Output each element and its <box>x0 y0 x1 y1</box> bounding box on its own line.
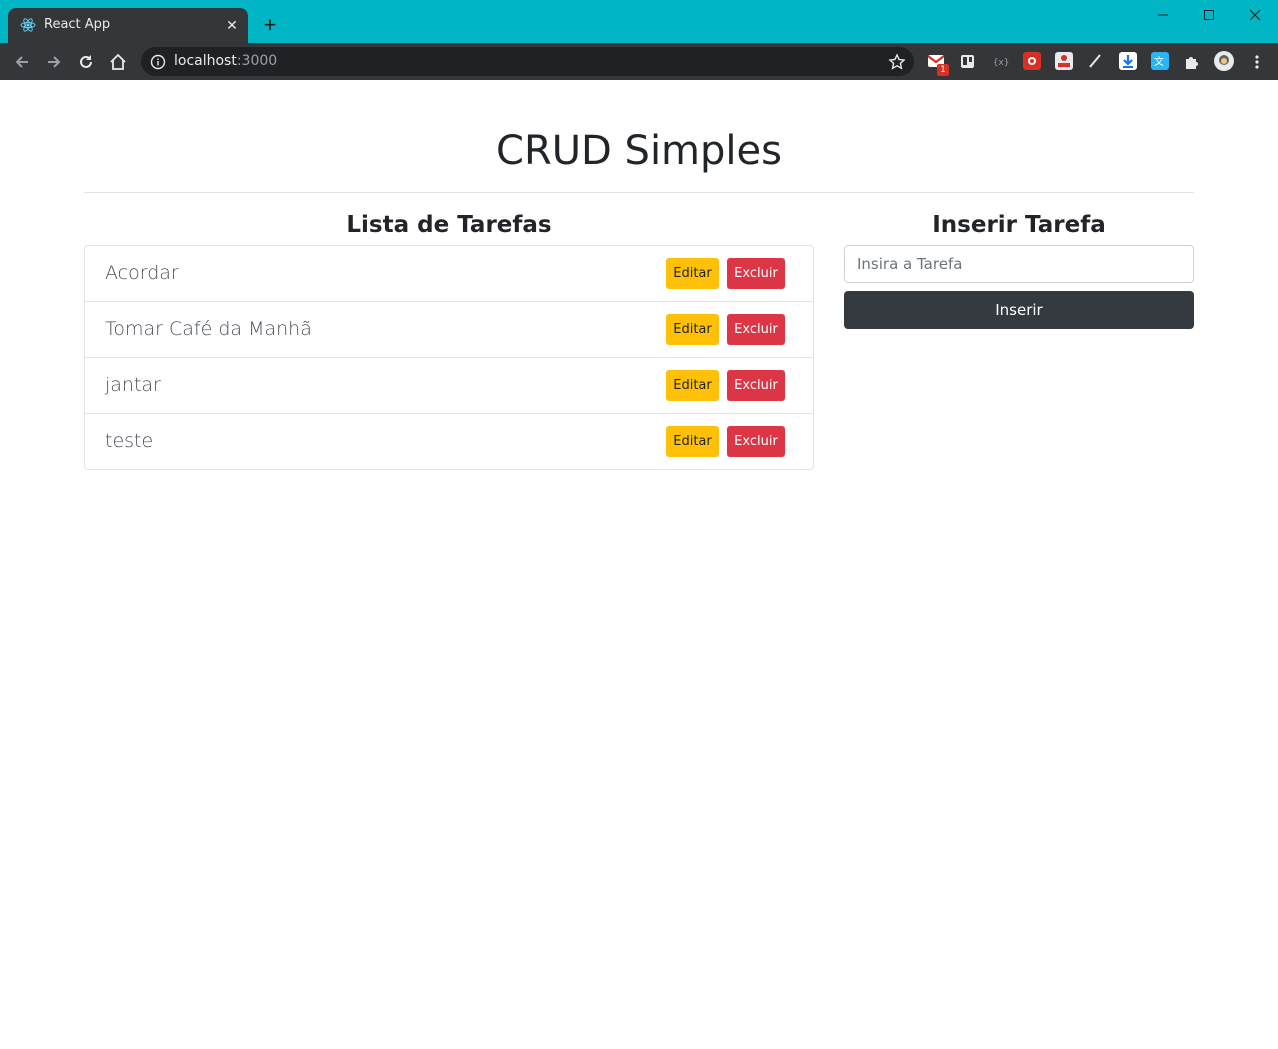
bookmark-star-icon[interactable] <box>888 53 906 71</box>
extensions-icon[interactable] <box>1183 52 1201 70</box>
svg-text:{x}: {x} <box>993 58 1009 68</box>
delete-button[interactable]: Excluir <box>727 314 785 345</box>
task-text: Acordar <box>105 262 179 284</box>
tab-title: React App <box>44 17 111 32</box>
pen-icon[interactable] <box>1087 52 1105 70</box>
task-list: Acordar Editar Excluir Tomar Café da Manhã E… <box>84 245 814 470</box>
edit-button[interactable]: Editar <box>666 426 719 457</box>
insert-button[interactable]: Inserir <box>844 291 1194 329</box>
window-minimize-button[interactable] <box>1140 0 1186 30</box>
delete-button[interactable]: Excluir <box>727 426 785 457</box>
url-text[interactable]: localhost:3000 <box>174 53 277 69</box>
browser-tab[interactable]: React App ✕ <box>8 8 248 43</box>
react-icon <box>20 18 36 32</box>
back-button[interactable] <box>10 50 34 74</box>
task-list-title: Lista de Tarefas <box>346 212 552 238</box>
reload-icon <box>80 55 92 68</box>
forward-button[interactable] <box>42 50 66 74</box>
tab-close-icon[interactable]: ✕ <box>224 17 240 33</box>
home-icon <box>110 53 126 70</box>
browser-toolbar: localhost:3000 1 {x} 文 <box>0 43 1278 117</box>
task-text: Tomar Café da Manhã <box>105 318 312 340</box>
task-list-item: jantar Editar Excluir <box>85 358 813 414</box>
trello-icon[interactable] <box>959 52 977 70</box>
svg-text:文: 文 <box>1154 55 1164 68</box>
task-input[interactable] <box>844 245 1194 283</box>
puzzle-red-icon[interactable] <box>1023 52 1041 70</box>
url-host: localhost <box>174 53 237 69</box>
edit-button[interactable]: Editar <box>666 314 719 345</box>
new-tab-button[interactable]: + <box>259 14 281 36</box>
close-icon <box>1249 9 1261 21</box>
gmail-badge: 1 <box>937 64 949 76</box>
browser-menu-button[interactable] <box>1245 50 1269 74</box>
insert-task-title: Inserir Tarefa <box>932 212 1106 238</box>
window-close-button[interactable] <box>1232 0 1278 30</box>
gdm-icon[interactable] <box>1055 52 1073 70</box>
task-list-item: teste Editar Excluir <box>85 414 813 469</box>
maximize-icon <box>1204 10 1214 20</box>
task-text: teste <box>105 430 154 452</box>
edit-button[interactable]: Editar <box>666 258 719 289</box>
more-vert-icon <box>1255 55 1259 69</box>
task-list-item: Tomar Café da Manhã Editar Excluir <box>85 302 813 358</box>
code-icon[interactable]: {x} <box>991 52 1009 70</box>
profile-avatar[interactable] <box>1214 51 1234 71</box>
browser-titlebar: React App ✕ + <box>0 0 1278 43</box>
minimize-icon <box>1158 14 1168 16</box>
address-bar[interactable]: localhost:3000 <box>141 47 914 76</box>
delete-button[interactable]: Excluir <box>727 370 785 401</box>
page-title: CRUD Simples <box>496 128 782 174</box>
arrow-right-icon <box>48 56 61 68</box>
insert-task-section: Inserir Tarefa Inserir <box>844 208 1194 329</box>
download-icon[interactable] <box>1119 52 1137 70</box>
title-divider <box>84 192 1194 193</box>
delete-button[interactable]: Excluir <box>727 258 785 289</box>
url-port: :3000 <box>236 53 278 69</box>
window-maximize-button[interactable] <box>1186 0 1232 30</box>
arrow-left-icon <box>15 56 28 68</box>
translate-icon[interactable]: 文 <box>1151 52 1169 70</box>
task-text: jantar <box>105 374 161 396</box>
info-icon[interactable] <box>150 54 166 70</box>
home-button[interactable] <box>106 50 130 74</box>
task-list-section: Lista de Tarefas Acordar Editar Excluir Tom… <box>84 208 814 470</box>
edit-button[interactable]: Editar <box>666 370 719 401</box>
task-list-item: Acordar Editar Excluir <box>85 246 813 302</box>
reload-button[interactable] <box>74 50 98 74</box>
page-content: CRUD Simples Lista de Tarefas Acordar Edi… <box>0 80 1278 1049</box>
